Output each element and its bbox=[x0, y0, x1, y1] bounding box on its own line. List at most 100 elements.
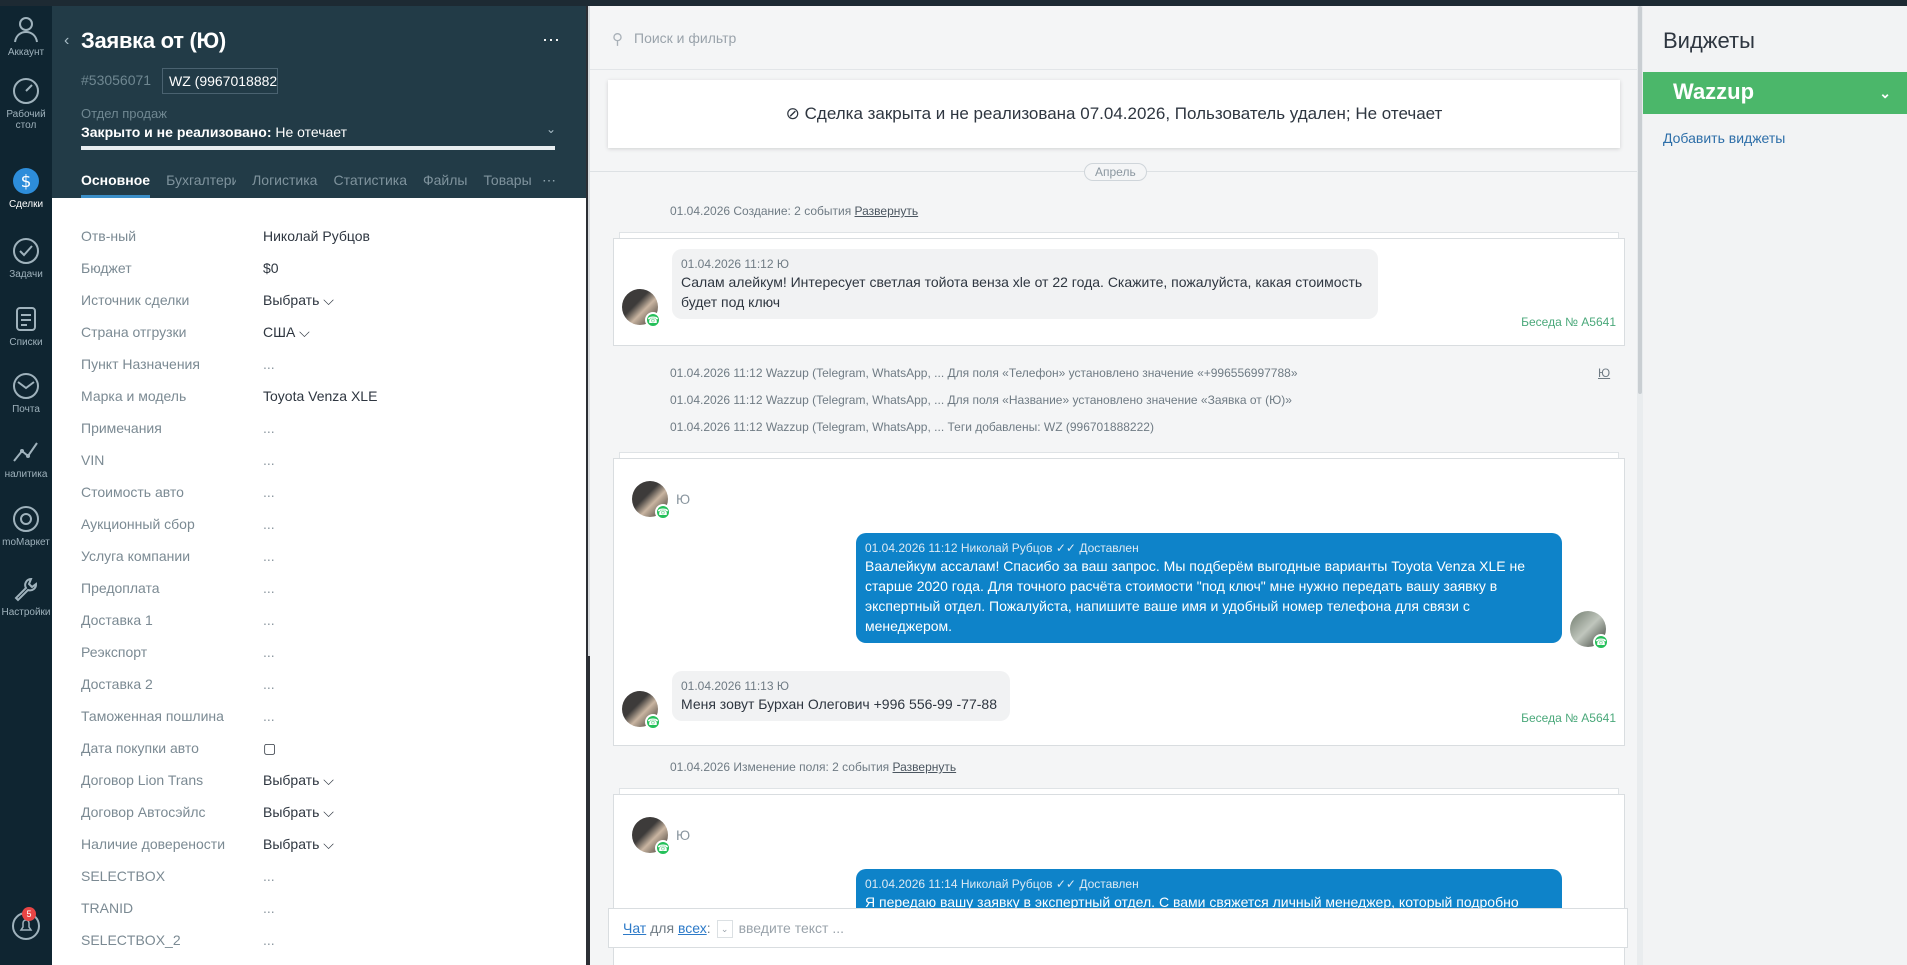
field-value[interactable]: ... bbox=[263, 900, 275, 916]
conversation-link[interactable]: Беседа № A5641 bbox=[1521, 315, 1616, 329]
closed-notice: ⊘ Сделка закрыта и не реализована 07.04.… bbox=[608, 80, 1620, 148]
nav-tasks[interactable]: Задачи bbox=[0, 236, 52, 280]
closed-notice-text: Сделка закрыта и не реализована 07.04.20… bbox=[804, 104, 1443, 123]
field-value[interactable]: $0 bbox=[263, 260, 279, 276]
conversation-link[interactable]: Беседа № A5641 bbox=[1521, 711, 1616, 725]
field-value[interactable]: ... bbox=[263, 420, 275, 436]
field-row: Доставка 2... bbox=[81, 668, 561, 700]
nav-dashboard[interactable]: Рабочий стол bbox=[0, 76, 52, 131]
message-text: Ваалейкум ассалам! Спасибо за ваш запрос… bbox=[865, 558, 1526, 634]
nav-market[interactable]: moМаркет bbox=[0, 504, 52, 548]
field-label: Таможенная пошлина bbox=[81, 708, 224, 724]
field-value[interactable]: Выбрать ⌵ bbox=[263, 772, 334, 789]
nav-settings[interactable]: Настройки bbox=[0, 574, 52, 618]
field-row: Наличие довереноcти Выбрать ⌵ bbox=[81, 828, 561, 860]
nav-lists[interactable]: Списки bbox=[0, 304, 52, 348]
tab-statistics[interactable]: Статистика bbox=[333, 172, 407, 198]
expand-link[interactable]: Развернуть bbox=[855, 204, 919, 218]
field-value[interactable]: Toyota Venza XLE bbox=[263, 388, 377, 404]
sender-name: Ю bbox=[676, 491, 691, 507]
field-value[interactable]: ... bbox=[263, 484, 275, 500]
field-label: Договор Lion Trans bbox=[81, 772, 204, 788]
recipients-link[interactable]: всех bbox=[678, 920, 707, 936]
dashboard-icon bbox=[13, 78, 39, 104]
field-value[interactable]: ... bbox=[263, 644, 275, 660]
tab-main[interactable]: Основное bbox=[81, 172, 151, 198]
status-select[interactable]: Закрыто и не реализовано: Не отечает bbox=[81, 124, 347, 140]
field-value[interactable]: ... bbox=[263, 580, 275, 596]
nav-account[interactable]: Аккаунт bbox=[0, 14, 52, 58]
chevron-down-icon[interactable]: ⌄ bbox=[716, 920, 733, 939]
field-label: Доставка 1 bbox=[81, 612, 153, 628]
manager-avatar: ☎ bbox=[1570, 611, 1609, 650]
avatar: ☎ bbox=[622, 289, 661, 328]
tabs-more-icon[interactable]: ⋯ bbox=[542, 172, 556, 189]
field-row: Марка и модель Toyota Venza XLE bbox=[81, 380, 561, 412]
field-label: Марка и модель bbox=[81, 388, 187, 404]
field-value[interactable]: ... bbox=[263, 612, 275, 628]
lead-tag[interactable]: WZ (996701888222) bbox=[162, 68, 278, 94]
field-value[interactable]: ... bbox=[263, 932, 275, 948]
tab-accounting[interactable]: Бухгалтерия bbox=[166, 172, 236, 198]
message-group: ☎ Ю 01.04.2026 11:12 Николай Рубцов ✓✓ Д… bbox=[613, 458, 1625, 746]
field-value[interactable]: ... bbox=[263, 516, 275, 532]
message-text: Салам алейкум! Интересует светлая тойота… bbox=[681, 274, 1363, 310]
tab-files[interactable]: Файлы bbox=[423, 172, 467, 198]
field-value[interactable]: ... bbox=[263, 868, 275, 884]
nav-notifications[interactable]: 5 bbox=[0, 907, 52, 944]
field-value[interactable]: ... bbox=[263, 452, 275, 468]
field-value[interactable]: Выбрать ⌵ bbox=[263, 836, 334, 853]
tab-logistics[interactable]: Логистика bbox=[252, 172, 317, 198]
field-value[interactable]: ▢ bbox=[263, 740, 276, 757]
field-label: VIN bbox=[81, 452, 105, 468]
field-row: Предоплата... bbox=[81, 572, 561, 604]
message-meta: 01.04.2026 11:12 Ю bbox=[681, 257, 789, 271]
field-row: Договор Lion Trans Выбрать ⌵ bbox=[81, 764, 561, 796]
lead-tabs: Основное Бухгалтерия Логистика Статистика Фа… bbox=[81, 172, 548, 198]
field-value[interactable]: ... bbox=[263, 356, 275, 372]
nav-analytics[interactable]: налитика bbox=[0, 436, 52, 480]
field-label: SELECTBOX_2 bbox=[81, 932, 181, 948]
chevron-down-icon[interactable]: ⌄ bbox=[546, 122, 556, 136]
field-value[interactable]: США ⌵ bbox=[263, 324, 310, 341]
nav-label: Почта bbox=[12, 404, 40, 415]
field-value[interactable]: Выбрать ⌵ bbox=[263, 804, 334, 821]
pipeline-name[interactable]: Отдел продаж bbox=[81, 106, 167, 121]
nav-label: налитика bbox=[4, 469, 48, 480]
field-value[interactable]: ... bbox=[263, 548, 275, 564]
scroll-thumb[interactable] bbox=[1638, 6, 1642, 394]
event-summary: 01.04.2026 Изменение поля: 2 события Раз… bbox=[670, 760, 956, 774]
message-meta: 01.04.2026 11:14 Николай Рубцов ✓✓ Доста… bbox=[865, 877, 1139, 891]
event-author-link[interactable]: Ю bbox=[1598, 366, 1610, 380]
field-value[interactable]: ... bbox=[263, 676, 275, 692]
message-bubble-outgoing: 01.04.2026 11:12 Николай Рубцов ✓✓ Доста… bbox=[856, 533, 1562, 643]
nav-mail[interactable]: Почта bbox=[0, 371, 52, 415]
field-row: SELECTBOX... bbox=[81, 860, 561, 892]
more-menu-icon[interactable]: ⋯ bbox=[542, 30, 561, 51]
expand-link[interactable]: Развернуть bbox=[893, 760, 957, 774]
search-icon[interactable]: ⚲ bbox=[612, 30, 623, 48]
lists-icon bbox=[16, 307, 36, 331]
main-nav: Аккаунт Рабочий стол $ Сделки Задачи Спи… bbox=[0, 6, 52, 965]
nav-label: Сделки bbox=[8, 199, 44, 210]
chevron-down-icon[interactable]: ⌄ bbox=[1879, 85, 1891, 102]
tab-products[interactable]: Товары bbox=[483, 172, 531, 198]
search-input[interactable]: Поиск и фильтр bbox=[634, 30, 736, 46]
month-label: Апрель bbox=[1084, 163, 1147, 181]
widgets-title: Виджеты bbox=[1663, 28, 1755, 53]
lead-title[interactable]: Заявка от (Ю) bbox=[81, 28, 226, 54]
chat-input[interactable]: введите текст ... bbox=[739, 920, 844, 936]
field-value[interactable]: Николай Рубцов bbox=[263, 228, 370, 244]
deals-icon: $ bbox=[13, 168, 39, 194]
message-group: ☎ 01.04.2026 11:12 Ю Салам алейкум! Инте… bbox=[613, 238, 1625, 346]
back-arrow-icon[interactable]: ‹ bbox=[64, 32, 69, 50]
field-value[interactable]: Выбрать ⌵ bbox=[263, 292, 334, 309]
avatar: ☎ bbox=[632, 481, 671, 520]
whatsapp-icon: ☎ bbox=[645, 312, 661, 328]
field-value[interactable]: ... bbox=[263, 708, 275, 724]
wazzup-widget[interactable]: Wazzup ⌄ bbox=[1643, 72, 1907, 114]
nav-deals[interactable]: $ Сделки bbox=[0, 166, 52, 210]
chat-type-link[interactable]: Чат bbox=[623, 920, 646, 936]
message-bubble: 01.04.2026 11:13 Ю Меня зовут Бурхан Оле… bbox=[672, 671, 1010, 721]
add-widgets-link[interactable]: Добавить виджеты bbox=[1663, 130, 1785, 146]
